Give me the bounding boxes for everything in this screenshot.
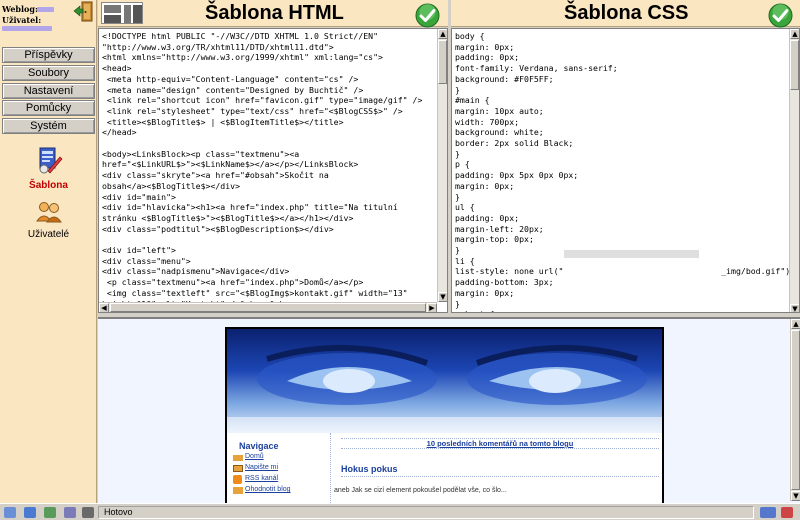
tool-uzivatele-label: Uživatelé (27, 229, 70, 240)
divider (341, 476, 659, 477)
template-preview: Navigace Domů Napište mi RSS kanál Ohodn… (98, 317, 800, 503)
rate-icon (233, 487, 243, 494)
edit-icon[interactable] (44, 507, 56, 518)
status-bar: Hotovo (0, 503, 800, 520)
scroll-thumb[interactable] (110, 303, 426, 312)
site-left-menu: Navigace Domů Napište mi RSS kanál Ohodn… (227, 433, 331, 503)
scroll-up-icon[interactable]: ▲ (791, 319, 800, 329)
rss-icon (233, 475, 242, 484)
preview-nav-title: Navigace (239, 441, 279, 451)
scroll-thumb[interactable] (791, 330, 800, 490)
mail-icon[interactable] (24, 507, 36, 518)
composer-icon[interactable] (82, 507, 94, 518)
site-header-banner (227, 329, 662, 433)
layout-toggle[interactable] (101, 2, 143, 24)
nav-button-pomucky[interactable]: Pomůcky (2, 100, 95, 116)
nav-button-nastaveni[interactable]: Nastavení (2, 83, 95, 99)
weblog-value-redacted (37, 7, 54, 12)
preview-nav-link-rss[interactable]: RSS kanál (245, 475, 278, 482)
scroll-up-icon[interactable]: ▲ (438, 29, 447, 39)
html-code-text[interactable]: <!DOCTYPE html PUBLIC "-//W3C//DTD XHTML… (99, 29, 447, 312)
user-value-redacted[interactable] (2, 26, 52, 31)
users-icon (35, 202, 62, 223)
app-window: Weblog: Uživatel: Příspěvky Soubory Nast… (0, 0, 800, 520)
check-icon (768, 3, 793, 28)
eyes-banner-image (227, 344, 662, 433)
tool-sablona-label: Šablona (29, 180, 68, 191)
scroll-up-icon[interactable]: ▲ (790, 29, 799, 39)
tool-uzivatele[interactable]: Uživatelé (0, 200, 97, 240)
css-vertical-scrollbar[interactable]: ▲ ▼ (789, 29, 799, 312)
weblog-label: Weblog: (2, 4, 38, 14)
css-code-editor[interactable]: body { margin: 0px; padding: 0px; font-f… (451, 28, 800, 313)
scroll-thumb[interactable] (438, 40, 447, 84)
status-text: Hotovo (98, 506, 754, 519)
html-horizontal-scrollbar[interactable]: ◀ ▶ (99, 302, 437, 312)
address-book-icon[interactable] (64, 507, 76, 518)
tool-sablona[interactable]: Šablona (0, 145, 97, 191)
redacted-url (564, 250, 699, 258)
css-pane-header: Šablona CSS (451, 0, 800, 28)
nav-button-system[interactable]: Systém (2, 118, 95, 134)
preview-post-title: Hokus pokus (341, 464, 398, 474)
check-icon (415, 3, 440, 28)
nav-button-prispevky[interactable]: Příspěvky (2, 47, 95, 63)
site-main-content: 10 posledních komentářů na tomto blogu H… (331, 433, 662, 503)
user-label: Uživatel: (2, 15, 42, 25)
scroll-down-icon[interactable]: ▼ (790, 304, 799, 312)
template-icon (39, 147, 62, 174)
html-vertical-scrollbar[interactable]: ▲ ▼ (437, 29, 447, 302)
preview-vertical-scrollbar[interactable]: ▲ ▼ (790, 319, 800, 501)
scroll-left-icon[interactable]: ◀ (99, 303, 109, 312)
html-code-editor[interactable]: <!DOCTYPE html PUBLIC "-//W3C//DTD XHTML… (98, 28, 448, 313)
html-pane-title: Šablona HTML (205, 2, 344, 24)
bullet-icon (233, 455, 243, 461)
preview-post-excerpt: aneb Jak se cizí element pokoušel poděla… (334, 487, 507, 494)
connection-icon (760, 507, 776, 518)
mail-icon (233, 465, 243, 472)
scroll-thumb[interactable] (790, 40, 799, 90)
preview-comments-link[interactable]: 10 posledních komentářů na tomto blogu (341, 438, 659, 449)
logout-door-icon[interactable] (73, 1, 93, 22)
preview-nav-link-ohodnotit[interactable]: Ohodnotit blog (245, 486, 291, 493)
security-icon (781, 507, 793, 518)
preview-site: Navigace Domů Napište mi RSS kanál Ohodn… (225, 327, 664, 503)
scroll-down-icon[interactable]: ▼ (438, 292, 447, 302)
html-pane-header: Šablona HTML (98, 0, 448, 28)
nav-button-soubory[interactable]: Soubory (2, 65, 95, 81)
scroll-right-icon[interactable]: ▶ (427, 303, 437, 312)
preview-nav-link-napiste[interactable]: Napište mi (245, 464, 278, 471)
css-code-text[interactable]: body { margin: 0px; padding: 0px; font-f… (452, 29, 799, 312)
css-pane-title: Šablona CSS (564, 2, 689, 24)
sidebar: Weblog: Uživatel: Příspěvky Soubory Nast… (0, 0, 97, 503)
layout-toggle-icon (104, 5, 142, 23)
scroll-down-icon[interactable]: ▼ (791, 491, 800, 501)
preview-nav-link-domu[interactable]: Domů (245, 453, 264, 460)
home-icon[interactable] (4, 507, 16, 518)
